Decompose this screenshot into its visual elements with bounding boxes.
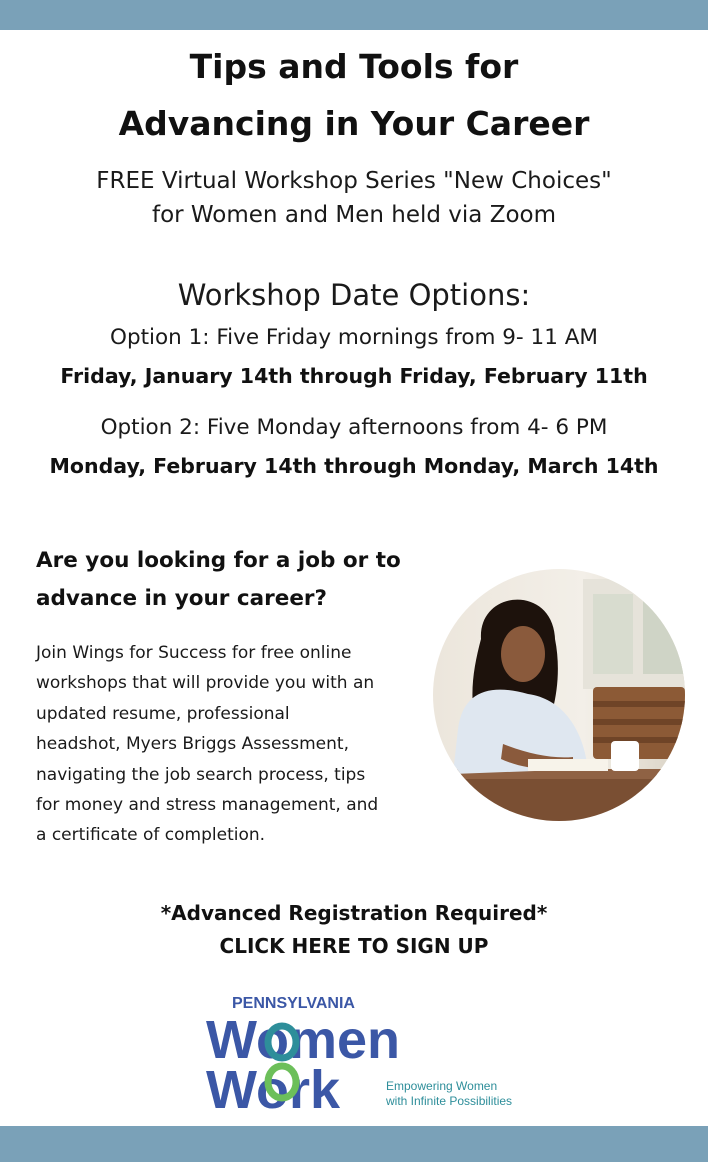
title-line-1: Tips and Tools for [189,47,519,86]
option-2-dates: Monday, February 14th through Monday, Ma… [49,454,659,478]
subtitle-line-1: FREE Virtual Workshop Series "New Choice… [96,168,612,194]
sign-up-link[interactable]: CLICK HERE TO SIGN UP [0,934,708,958]
bottom-banner-bar [0,1126,708,1162]
description-line: for money and stress management, and [36,795,379,816]
logo-tagline-line-1: Empowering Women [386,1079,497,1093]
description-line: workshops that will provide you with an [36,673,375,694]
description-paragraph: Join Wings for Success for free online w… [36,638,431,851]
question-heading: Are you looking for a job or to advance … [36,542,436,618]
description-line: Join Wings for Success for free online [36,643,352,663]
pa-women-work-logo: PENNSYLVANIA Women Work Empowering Women… [206,990,526,1120]
registration-required-note: *Advanced Registration Required* [160,901,548,925]
top-banner-bar [0,0,708,30]
subtitle-line-2: for Women and Men held via Zoom [151,202,557,228]
description-line: navigating the job search process, tips [36,764,366,785]
woman-writing-photo [433,569,685,821]
logo-graphic: PENNSYLVANIA Women Work Empowering Women… [206,995,512,1120]
option-2-text: Option 2: Five Monday afternoons from 4-… [100,415,608,440]
dates-heading: Workshop Date Options: [177,278,531,312]
question-line-2: advance in your career? [36,586,327,611]
option-1-dates: Friday, January 14th through Friday, Feb… [60,364,648,388]
description-line: headshot, Myers Briggs Assessment, [36,734,349,755]
description-line: a certificate of completion. [36,825,266,846]
question-line-1: Are you looking for a job or to [36,548,401,573]
logo-tagline-line-2: with Infinite Possibilities [385,1094,512,1108]
option-1-text: Option 1: Five Friday mornings from 9- 1… [110,325,598,350]
photo-illustration [433,569,685,821]
description-line: updated resume, professional [36,703,290,724]
title-line-2: Advancing in Your Career [118,104,590,143]
